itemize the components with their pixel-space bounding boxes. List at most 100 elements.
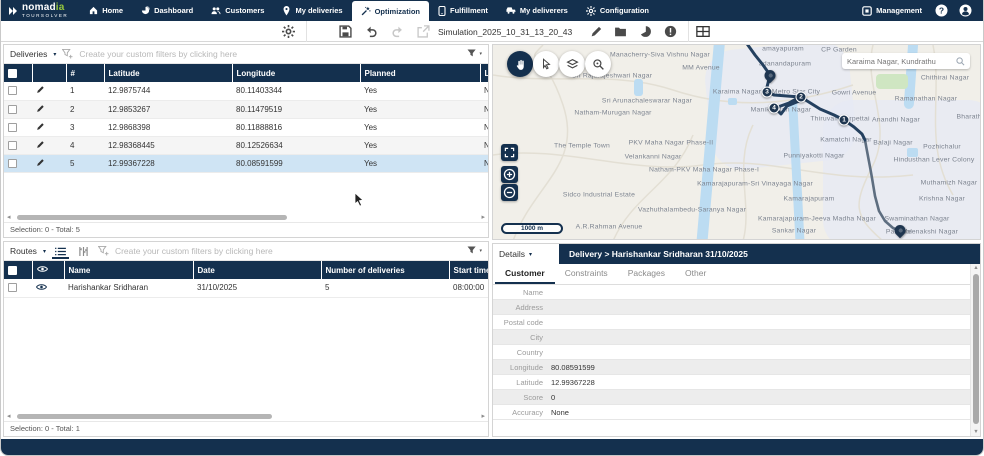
- scroll-left-arrow[interactable]: ◂: [7, 412, 11, 421]
- scroll-up-arrow[interactable]: ▲: [971, 265, 981, 271]
- edit-pencil-icon[interactable]: [36, 104, 45, 113]
- settings-gear-icon[interactable]: [282, 25, 295, 38]
- edit-pencil-icon[interactable]: [36, 140, 45, 149]
- map-search-input[interactable]: [847, 57, 953, 66]
- latitude-column-header[interactable]: Latitude: [104, 64, 232, 82]
- tab-constraints[interactable]: Constraints: [555, 264, 618, 284]
- alert-icon[interactable]: [664, 25, 677, 38]
- deliveries-horizontal-scrollbar[interactable]: ◂ ▸: [7, 213, 485, 222]
- map-select-tool-button[interactable]: [533, 51, 559, 77]
- scroll-right-arrow[interactable]: ▸: [481, 213, 485, 222]
- filter-icon: [467, 246, 478, 256]
- scroll-left-arrow[interactable]: ◂: [7, 213, 11, 222]
- gear-icon: [586, 6, 596, 16]
- routes-filter-placeholder[interactable]: Create your custom filters by clicking h…: [115, 246, 273, 256]
- export-icon[interactable]: [417, 25, 430, 38]
- table-row[interactable]: 112.987574480.11403344YesN: [4, 82, 488, 100]
- row-checkbox[interactable]: [8, 159, 17, 168]
- brand-logo[interactable]: nomadia TOURSOLVER: [1, 0, 80, 21]
- profile-button[interactable]: [959, 4, 972, 17]
- tab-other[interactable]: Other: [675, 264, 716, 284]
- edit-pencil-icon[interactable]: [36, 158, 45, 167]
- num-column-header[interactable]: #: [66, 64, 104, 82]
- chevron-down-icon[interactable]: ▾: [43, 248, 46, 255]
- scrollbar-thumb[interactable]: [973, 274, 979, 424]
- row-checkbox[interactable]: [8, 123, 17, 132]
- deliveries-panel-title[interactable]: Deliveries: [10, 49, 47, 59]
- tab-packages[interactable]: Packages: [618, 264, 675, 284]
- table-row[interactable]: 312.986839880.11888816YesN: [4, 118, 488, 136]
- row-checkbox[interactable]: [8, 283, 17, 292]
- field-postal-code: Postal code: [493, 315, 970, 330]
- map-zoom-out-button[interactable]: [501, 184, 518, 201]
- save-icon[interactable]: [339, 25, 352, 38]
- edit-pencil-icon[interactable]: [36, 85, 45, 94]
- select-all-checkbox[interactable]: [8, 266, 17, 275]
- table-row[interactable]: Harishankar Sridharan31/10/2025508:00:00: [4, 279, 488, 297]
- zoom-out-icon: [503, 186, 516, 199]
- nav-home[interactable]: Home: [80, 0, 132, 21]
- deliveries-count-column-header[interactable]: Number of deliveries: [321, 261, 449, 279]
- nav-my-deliveries[interactable]: My deliveries: [273, 0, 351, 21]
- map-stop-marker-4[interactable]: 4: [769, 103, 780, 114]
- redo-icon[interactable]: [391, 25, 404, 38]
- help-button[interactable]: ?: [935, 4, 948, 17]
- map-layers-button[interactable]: [559, 51, 585, 77]
- map-stop-marker-3[interactable]: 3: [762, 87, 773, 98]
- scroll-down-arrow[interactable]: ▼: [971, 429, 981, 435]
- planned-column-header[interactable]: Planned: [360, 64, 480, 82]
- table-row-selected[interactable]: 512.9936722880.08591599YesN: [4, 154, 488, 172]
- deliveries-filter-placeholder[interactable]: Create your custom filters by clicking h…: [79, 49, 237, 59]
- pie-chart-icon[interactable]: [639, 25, 652, 38]
- eye-icon[interactable]: [36, 283, 47, 291]
- table-row[interactable]: 412.9836844580.12526634YesN: [4, 136, 488, 154]
- routes-horizontal-scrollbar[interactable]: ◂ ▸: [7, 412, 485, 421]
- chevron-down-icon[interactable]: ▾: [53, 51, 56, 58]
- nav-my-deliverers[interactable]: My deliverers: [497, 0, 577, 21]
- undo-icon[interactable]: [365, 25, 378, 38]
- add-filter-icon[interactable]: [98, 246, 109, 256]
- row-checkbox[interactable]: [8, 86, 17, 95]
- map-zoom-in-button[interactable]: [501, 166, 518, 183]
- details-vertical-scrollbar[interactable]: ▲ ▼: [970, 264, 980, 436]
- scheduler-view-button[interactable]: [75, 244, 92, 259]
- date-column-header[interactable]: Date: [193, 261, 321, 279]
- routes-panel-title[interactable]: Routes: [10, 246, 37, 256]
- nav-optimization[interactable]: Optimization: [352, 1, 429, 21]
- nav-customers[interactable]: Customers: [202, 0, 273, 21]
- details-panel-title[interactable]: Details▾: [493, 244, 559, 264]
- deliveries-filter-menu-button[interactable]: ▾: [467, 49, 482, 59]
- scrollbar-thumb[interactable]: [17, 215, 287, 220]
- nav-fulfillment[interactable]: Fulfillment: [429, 0, 497, 21]
- map-stop-marker-2[interactable]: 2: [796, 92, 807, 103]
- search-icon[interactable]: [956, 57, 965, 66]
- map-stop-marker-1[interactable]: 1: [839, 115, 850, 126]
- map-pan-tool-button[interactable]: [507, 51, 533, 77]
- layout-panes-icon[interactable]: [696, 25, 710, 38]
- nav-dashboard[interactable]: Dashboard: [132, 0, 202, 21]
- edit-pencil-icon[interactable]: [590, 25, 603, 38]
- row-checkbox[interactable]: [8, 141, 17, 150]
- table-row[interactable]: 212.985326780.11479519YesN: [4, 100, 488, 118]
- routes-filter-menu-button[interactable]: ▾: [467, 246, 482, 256]
- tab-customer[interactable]: Customer: [495, 264, 555, 284]
- edit-pencil-icon[interactable]: [36, 122, 45, 131]
- nav-configuration[interactable]: Configuration: [577, 0, 658, 21]
- nav-management[interactable]: Management: [860, 6, 924, 16]
- locked-column-header[interactable]: L: [480, 64, 488, 82]
- list-view-button[interactable]: [52, 244, 69, 259]
- map-fullscreen-button[interactable]: [501, 144, 518, 161]
- scroll-right-arrow[interactable]: ▸: [481, 412, 485, 421]
- name-column-header[interactable]: Name: [64, 261, 193, 279]
- field-country: Country: [493, 345, 970, 360]
- zoom-area-icon: [592, 58, 605, 71]
- longitude-column-header[interactable]: Longitude: [232, 64, 360, 82]
- map[interactable]: Manacherry-Siva Vishnu NagarMM AvenueSri…: [492, 44, 981, 240]
- map-zoom-area-button[interactable]: [585, 51, 611, 77]
- start-time-column-header[interactable]: Start time: [449, 261, 488, 279]
- select-all-checkbox[interactable]: [8, 69, 17, 78]
- folder-icon[interactable]: [614, 25, 627, 38]
- add-filter-icon[interactable]: [62, 49, 73, 59]
- row-checkbox[interactable]: [8, 105, 17, 114]
- scrollbar-thumb[interactable]: [17, 414, 272, 419]
